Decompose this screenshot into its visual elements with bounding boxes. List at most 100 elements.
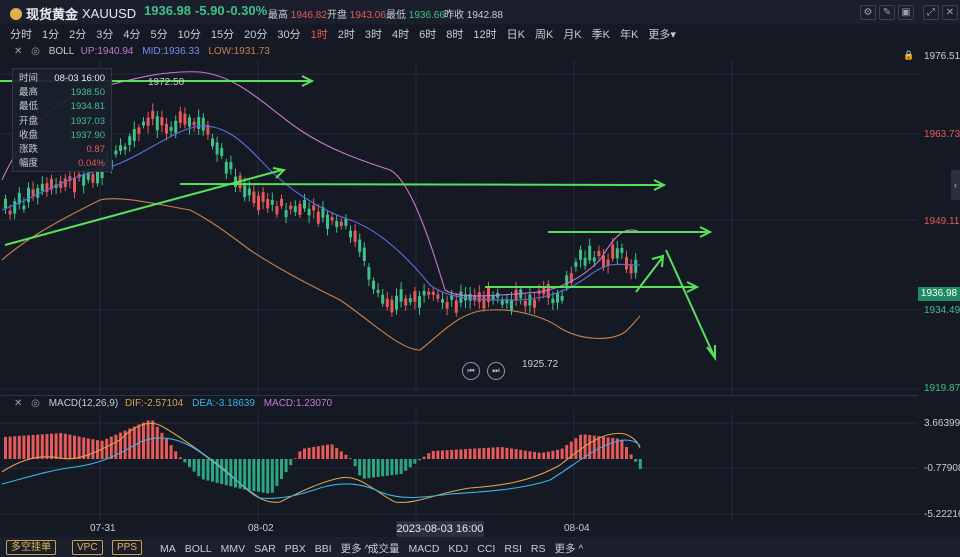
period-tab[interactable]: 2时 <box>338 26 355 41</box>
prev-icon[interactable]: ⏮ <box>462 362 480 380</box>
window-icon[interactable]: ▣ <box>898 5 914 20</box>
indicator-settings-icon[interactable]: ◎ <box>31 46 40 57</box>
indicator-tab[interactable]: MMV <box>221 543 246 555</box>
price-change-pct: -0.30% <box>226 3 268 18</box>
indicator-tab[interactable]: MACD <box>409 543 440 555</box>
macd-histogram-bar <box>565 445 569 459</box>
indicator-tab[interactable]: SAR <box>254 543 276 555</box>
indicator-tab[interactable]: 更多 ^ <box>341 541 370 556</box>
period-tab[interactable]: 季K <box>592 26 610 41</box>
period-tab[interactable]: 30分 <box>277 26 300 41</box>
period-tab[interactable]: 月K <box>563 26 581 41</box>
chart-settings-icon[interactable]: ⚙ <box>860 5 876 20</box>
indicator-tab[interactable]: PBX <box>285 543 306 555</box>
macd-histogram-bar <box>349 458 352 459</box>
lock-icon[interactable]: 🔒 <box>903 50 915 60</box>
candle <box>63 178 67 187</box>
period-tab[interactable]: 8时 <box>446 26 463 41</box>
period-tab[interactable]: 4时 <box>392 26 409 41</box>
period-tab[interactable]: 日K <box>507 26 525 41</box>
indicator-tab[interactable]: BBI <box>315 543 332 555</box>
macd-histogram-bar <box>634 459 638 462</box>
draw-icon[interactable]: ✎ <box>879 5 895 20</box>
macd-histogram-bar <box>36 434 40 459</box>
macd-histogram-bar <box>404 459 408 471</box>
info-key: 收盘 <box>19 129 39 141</box>
macd-histogram-bar <box>4 436 7 459</box>
period-tab[interactable]: 1分 <box>42 26 59 41</box>
candle <box>615 248 619 259</box>
period-tab[interactable]: 分时 <box>10 26 32 41</box>
period-tab[interactable]: 10分 <box>178 26 201 41</box>
indicator-tab[interactable]: MA <box>160 543 176 555</box>
period-tab[interactable]: 6时 <box>419 26 436 41</box>
macd-histogram-bar <box>487 447 490 459</box>
macd-histogram-bar <box>450 449 454 459</box>
indicator-tab[interactable]: 更多 ^ <box>554 541 583 556</box>
candle <box>13 201 17 214</box>
macd-histogram-bar <box>155 426 159 459</box>
indicator-tab[interactable]: BOLL <box>185 543 212 555</box>
macd-histogram-bar <box>307 447 311 459</box>
vpc-button[interactable]: VPC <box>72 540 103 555</box>
candle <box>413 291 417 302</box>
indicator-tab[interactable]: KDJ <box>448 543 468 555</box>
gold-icon <box>10 7 22 20</box>
period-tab[interactable]: 20分 <box>244 26 267 41</box>
macd-histogram-bar <box>358 459 362 476</box>
side-panel-toggle-icon[interactable]: ‹ <box>951 170 960 200</box>
period-tab[interactable]: 周K <box>535 26 553 41</box>
macd-chart[interactable] <box>0 410 918 520</box>
macd-histogram-bar <box>464 449 467 459</box>
macd-histogram-bar <box>353 459 357 467</box>
candle <box>229 162 233 170</box>
period-tab[interactable]: 年K <box>620 26 638 41</box>
period-tab[interactable]: 4分 <box>123 26 140 41</box>
candle <box>289 205 293 210</box>
period-tab[interactable]: 更多▾ <box>648 26 676 41</box>
candle <box>514 289 518 301</box>
candle <box>445 302 449 309</box>
period-tab[interactable]: 15分 <box>211 26 234 41</box>
indicator-tab[interactable]: RSI <box>504 543 522 555</box>
next-icon[interactable]: ⏭ <box>487 362 505 380</box>
period-tab[interactable]: 2分 <box>69 26 86 41</box>
macd-histogram-bar <box>335 447 339 459</box>
pps-button[interactable]: PPS <box>112 540 143 555</box>
close-indicator-icon[interactable]: ✕ <box>14 46 22 57</box>
candle <box>344 218 348 226</box>
candle-info-panel: 时间 08-03 16:00 最高 1938.50 最低 1934.81 开盘 1937.03… <box>12 68 112 172</box>
expand-icon[interactable]: ⤢ <box>923 5 939 20</box>
indicator-tab[interactable]: RS <box>531 543 546 555</box>
indicator-settings-icon[interactable]: ◎ <box>31 398 40 409</box>
candle <box>293 206 297 213</box>
close-icon[interactable]: ✕ <box>942 5 958 20</box>
macd-histogram-bar <box>367 459 371 479</box>
indicator-tab[interactable]: 成交量 <box>368 541 400 556</box>
macd-histogram-bar <box>192 459 196 472</box>
macd-histogram-bar <box>13 436 17 459</box>
candle <box>146 117 150 126</box>
period-tab[interactable]: 3时 <box>365 26 382 41</box>
period-tab[interactable]: 12时 <box>473 26 496 41</box>
info-value: 0.87 <box>86 143 106 155</box>
indicator-tab[interactable]: CCI <box>477 543 495 555</box>
period-tab[interactable]: 1时 <box>311 26 328 41</box>
candle <box>349 230 352 238</box>
period-tab[interactable]: 5分 <box>151 26 168 41</box>
order-book-button[interactable]: 多空挂单 <box>6 540 56 555</box>
candle <box>40 183 44 191</box>
candle <box>381 294 385 304</box>
boll-name: BOLL <box>48 46 74 57</box>
candle <box>119 145 122 152</box>
candle <box>523 300 527 307</box>
macd-legend: ✕ ◎ MACD(12,26,9) DIF:-2.57104 DEA:-3.18… <box>14 398 332 409</box>
price-chart[interactable]: 1972.50 1925.72 <box>0 60 918 396</box>
low-marker: 1925.72 <box>522 359 559 370</box>
candle <box>215 142 219 155</box>
period-tab[interactable]: 3分 <box>96 26 113 41</box>
info-value: 08-03 16:00 <box>54 73 105 84</box>
macd-histogram-bar <box>165 439 168 459</box>
candle <box>326 214 329 229</box>
close-indicator-icon[interactable]: ✕ <box>14 398 22 409</box>
